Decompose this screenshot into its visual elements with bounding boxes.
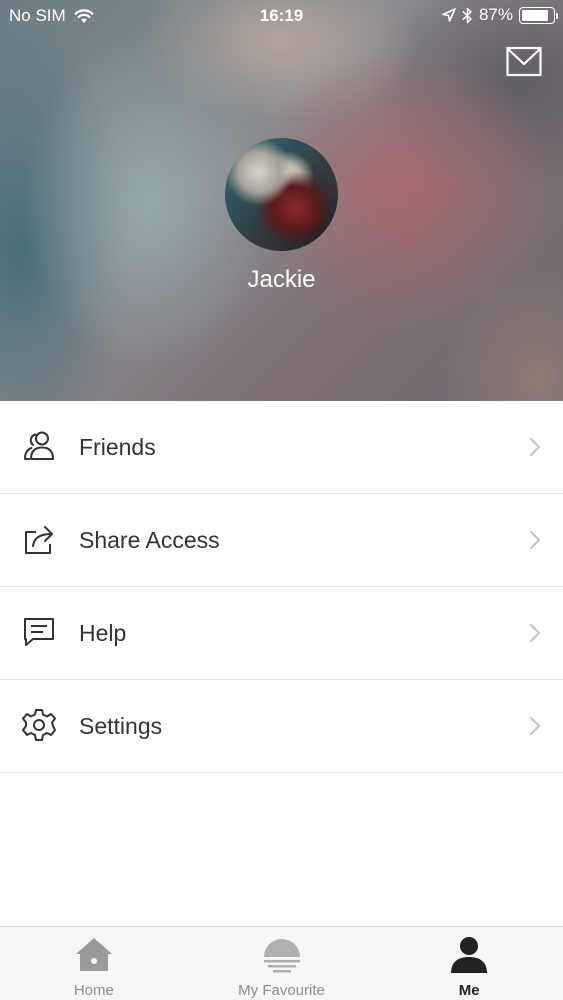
profile-header: No SIM 16:19 87% Jackie — [0, 0, 563, 401]
battery-percent: 87% — [478, 5, 513, 24]
menu-label-friends: Friends — [79, 433, 156, 460]
menu-item-help[interactable]: Help — [0, 587, 563, 680]
tab-me[interactable]: Me — [375, 927, 563, 1000]
menu-item-friends[interactable]: Friends — [0, 401, 563, 494]
person-icon — [451, 937, 488, 973]
share-icon — [25, 526, 53, 554]
sunset-icon — [263, 939, 300, 973]
menu-list: Friends Share Access Help Settings — [0, 401, 563, 773]
menu-label-settings: Settings — [79, 712, 163, 739]
profile-screen: No SIM 16:19 87% Jackie Friends Share Ac… — [0, 0, 563, 1000]
user-name: Jackie — [247, 266, 316, 293]
gear-icon — [22, 709, 56, 741]
home-icon — [75, 938, 112, 971]
status-right: 87% — [442, 5, 558, 25]
tab-label-home: Home — [73, 982, 114, 999]
bluetooth-icon — [462, 7, 472, 23]
menu-item-settings[interactable]: Settings — [0, 680, 563, 773]
tab-bar: Home My Favourite Me — [0, 926, 563, 1000]
chevron-right-icon — [529, 530, 541, 550]
menu-label-share-access: Share Access — [79, 526, 220, 553]
battery-level — [522, 9, 549, 21]
battery-icon — [519, 6, 558, 24]
location-arrow-icon — [442, 8, 456, 22]
tab-label-me: Me — [458, 982, 480, 999]
menu-label-help: Help — [79, 619, 127, 646]
menu-item-share-access[interactable]: Share Access — [0, 494, 563, 587]
mail-icon[interactable] — [506, 46, 542, 78]
help-chat-icon — [24, 618, 54, 646]
tab-my-favourite[interactable]: My Favourite — [188, 927, 376, 1000]
status-bar: No SIM 16:19 87% — [0, 0, 563, 32]
avatar[interactable] — [225, 138, 338, 251]
chevron-right-icon — [529, 437, 541, 457]
tab-label-my-favourite: My Favourite — [238, 982, 325, 999]
chevron-right-icon — [529, 623, 541, 643]
friends-icon — [24, 431, 54, 460]
chevron-right-icon — [529, 716, 541, 736]
tab-home[interactable]: Home — [0, 927, 188, 1000]
